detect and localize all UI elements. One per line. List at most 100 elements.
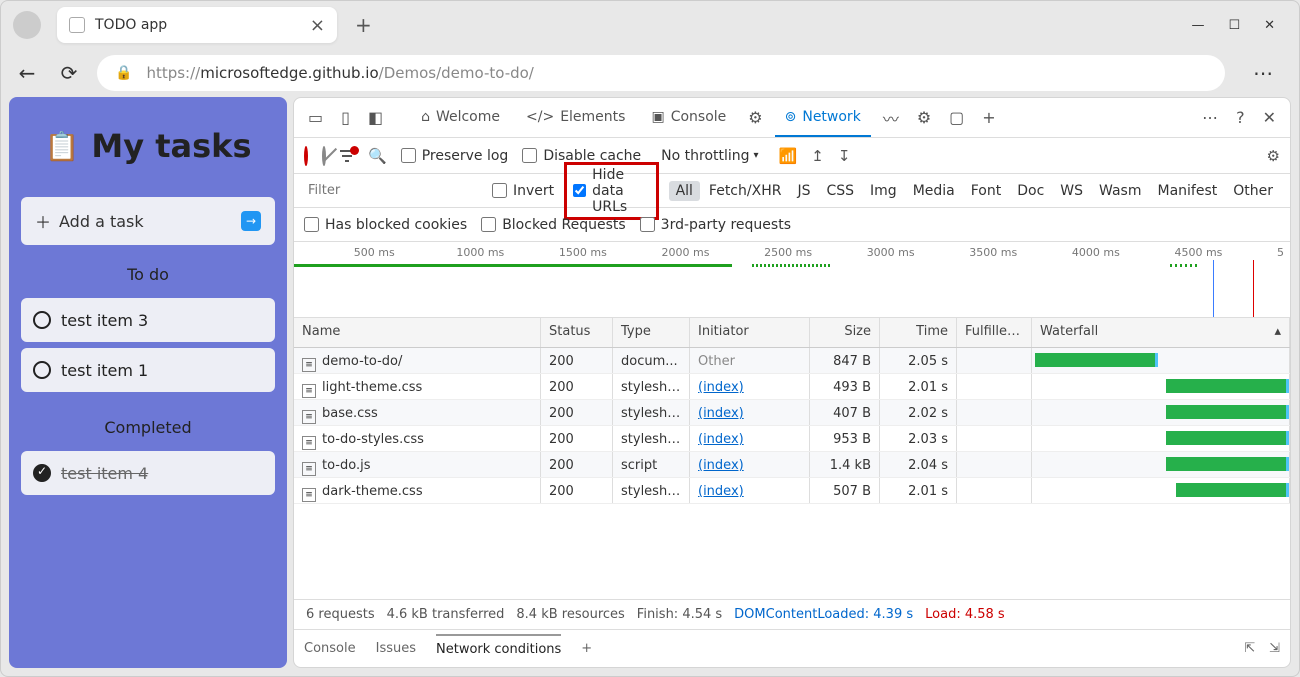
task-label: test item 1 bbox=[61, 361, 148, 380]
initiator-link[interactable]: (index) bbox=[698, 484, 744, 499]
filter-type-doc[interactable]: Doc bbox=[1010, 181, 1051, 201]
filter-type-wasm[interactable]: Wasm bbox=[1092, 181, 1148, 201]
filter-type-img[interactable]: Img bbox=[863, 181, 904, 201]
filter-type-css[interactable]: CSS bbox=[819, 181, 861, 201]
titlebar: TODO app × + — ☐ ✕ bbox=[1, 1, 1299, 49]
device-toggle-icon[interactable]: ▯ bbox=[335, 108, 356, 127]
col-waterfall[interactable]: Waterfall▴ bbox=[1032, 318, 1290, 347]
debug-icon[interactable]: ⚙ bbox=[742, 108, 768, 127]
close-devtools-icon[interactable]: ✕ bbox=[1257, 108, 1282, 127]
submit-task-icon[interactable]: → bbox=[241, 211, 261, 231]
filter-type-other[interactable]: Other bbox=[1226, 181, 1280, 201]
initiator-link[interactable]: (index) bbox=[698, 406, 744, 421]
timeline-tick: 1000 ms bbox=[456, 246, 504, 259]
initiator-link[interactable]: (index) bbox=[698, 432, 744, 447]
window-icon[interactable]: ▢ bbox=[943, 108, 970, 127]
filter-type-js[interactable]: JS bbox=[790, 181, 817, 201]
filter-type-media[interactable]: Media bbox=[906, 181, 962, 201]
network-row[interactable]: ≡dark-theme.css200styleshe...(index)507 … bbox=[294, 478, 1290, 504]
file-icon: ≡ bbox=[302, 410, 316, 424]
col-status[interactable]: Status bbox=[541, 318, 613, 347]
task-checkbox-icon[interactable] bbox=[33, 361, 51, 379]
settings-icon[interactable]: ⚙ bbox=[911, 108, 937, 127]
tab-console[interactable]: ▣Console bbox=[641, 98, 736, 137]
network-row[interactable]: ≡to-do-styles.css200styleshe...(index)95… bbox=[294, 426, 1290, 452]
network-row[interactable]: ≡to-do.js200script(index)1.4 kB2.04 s bbox=[294, 452, 1290, 478]
task-checkbox-icon[interactable] bbox=[33, 464, 51, 482]
initiator-link[interactable]: (index) bbox=[698, 380, 744, 395]
performance-icon[interactable]: 〰 bbox=[877, 106, 905, 130]
filter-input[interactable] bbox=[304, 179, 482, 203]
back-button[interactable]: ← bbox=[13, 61, 41, 85]
more-tools-icon[interactable]: ⋯ bbox=[1196, 108, 1224, 127]
network-row[interactable]: ≡demo-to-do/200docum...Other847 B2.05 s bbox=[294, 348, 1290, 374]
window-close-button[interactable]: ✕ bbox=[1264, 18, 1275, 33]
maximize-button[interactable]: ☐ bbox=[1228, 18, 1240, 33]
drawer-network-conditions[interactable]: Network conditions bbox=[436, 634, 561, 657]
url-field[interactable]: 🔒 https://microsoftedge.github.io/Demos/… bbox=[97, 55, 1225, 91]
browser-more-icon[interactable]: ⋯ bbox=[1253, 61, 1273, 85]
third-party-checkbox[interactable]: 3rd-party requests bbox=[640, 217, 791, 233]
col-type[interactable]: Type bbox=[613, 318, 690, 347]
wifi-icon[interactable]: 📶 bbox=[779, 147, 798, 165]
code-icon: </> bbox=[526, 109, 554, 125]
col-size[interactable]: Size bbox=[810, 318, 880, 347]
col-name[interactable]: Name bbox=[294, 318, 541, 347]
file-icon: ≡ bbox=[302, 384, 316, 398]
refresh-button[interactable]: ⟳ bbox=[55, 61, 83, 85]
add-tab-button[interactable]: + bbox=[976, 108, 1001, 127]
status-bar: 6 requests 4.6 kB transferred 8.4 kB res… bbox=[294, 599, 1290, 629]
tab-welcome[interactable]: ⌂Welcome bbox=[411, 98, 510, 137]
drawer-expand-icon[interactable]: ⇱ bbox=[1244, 641, 1255, 656]
inspect-icon[interactable]: ▭ bbox=[302, 108, 329, 127]
tab-elements[interactable]: </>Elements bbox=[516, 98, 635, 137]
timeline-overview[interactable]: 500 ms1000 ms1500 ms2000 ms2500 ms3000 m… bbox=[294, 242, 1290, 318]
task-item[interactable]: test item 1 bbox=[21, 348, 275, 392]
col-time[interactable]: Time bbox=[880, 318, 957, 347]
col-initiator[interactable]: Initiator bbox=[690, 318, 810, 347]
filter-type-manifest[interactable]: Manifest bbox=[1150, 181, 1224, 201]
plus-icon: ＋ bbox=[35, 209, 51, 233]
network-settings-icon[interactable]: ⚙ bbox=[1267, 147, 1280, 165]
filter-type-all[interactable]: All bbox=[669, 181, 700, 201]
close-tab-icon[interactable]: × bbox=[310, 15, 325, 36]
search-icon[interactable]: 🔍 bbox=[368, 147, 387, 165]
timeline-tick: 4500 ms bbox=[1174, 246, 1222, 259]
drawer-collapse-icon[interactable]: ⇲ bbox=[1269, 641, 1280, 656]
drawer-console[interactable]: Console bbox=[304, 641, 356, 656]
filter-toggle[interactable] bbox=[340, 150, 354, 162]
todo-section-header: To do bbox=[21, 265, 275, 284]
network-row[interactable]: ≡light-theme.css200styleshe...(index)493… bbox=[294, 374, 1290, 400]
profile-avatar[interactable] bbox=[13, 11, 41, 39]
network-grid: Name Status Type Initiator Size Time Ful… bbox=[294, 318, 1290, 599]
filter-type-font[interactable]: Font bbox=[964, 181, 1008, 201]
filter-type-fetch/xhr[interactable]: Fetch/XHR bbox=[702, 181, 789, 201]
tab-network[interactable]: ⊚Network bbox=[775, 98, 871, 137]
preserve-log-checkbox[interactable]: Preserve log bbox=[401, 148, 509, 164]
help-icon[interactable]: ? bbox=[1230, 108, 1251, 127]
drawer-issues[interactable]: Issues bbox=[376, 641, 416, 656]
new-tab-button[interactable]: + bbox=[355, 13, 372, 37]
task-item-done[interactable]: test item 4 bbox=[21, 451, 275, 495]
filter-type-ws[interactable]: WS bbox=[1053, 181, 1090, 201]
blocked-cookies-checkbox[interactable]: Has blocked cookies bbox=[304, 217, 467, 233]
throttling-dropdown[interactable]: No throttling ▾ bbox=[655, 146, 764, 166]
timeline-tick: 1500 ms bbox=[559, 246, 607, 259]
browser-tab[interactable]: TODO app × bbox=[57, 7, 337, 43]
drawer-add-icon[interactable]: + bbox=[581, 641, 592, 656]
add-task-button[interactable]: ＋Add a task → bbox=[21, 197, 275, 245]
minimize-button[interactable]: — bbox=[1191, 18, 1204, 33]
export-icon[interactable]: ↧ bbox=[838, 147, 851, 165]
record-button[interactable] bbox=[304, 148, 308, 164]
col-fulfilled[interactable]: Fulfilled... bbox=[957, 318, 1032, 347]
network-row[interactable]: ≡base.css200styleshe...(index)407 B2.02 … bbox=[294, 400, 1290, 426]
task-item[interactable]: test item 3 bbox=[21, 298, 275, 342]
invert-checkbox[interactable]: Invert bbox=[492, 183, 554, 199]
dock-icon[interactable]: ◧ bbox=[362, 108, 389, 127]
timeline-tick: 5 bbox=[1277, 246, 1284, 259]
blocked-requests-checkbox[interactable]: Blocked Requests bbox=[481, 217, 625, 233]
task-checkbox-icon[interactable] bbox=[33, 311, 51, 329]
initiator-link[interactable]: (index) bbox=[698, 458, 744, 473]
clear-button[interactable] bbox=[322, 148, 326, 164]
import-icon[interactable]: ↥ bbox=[811, 147, 824, 165]
